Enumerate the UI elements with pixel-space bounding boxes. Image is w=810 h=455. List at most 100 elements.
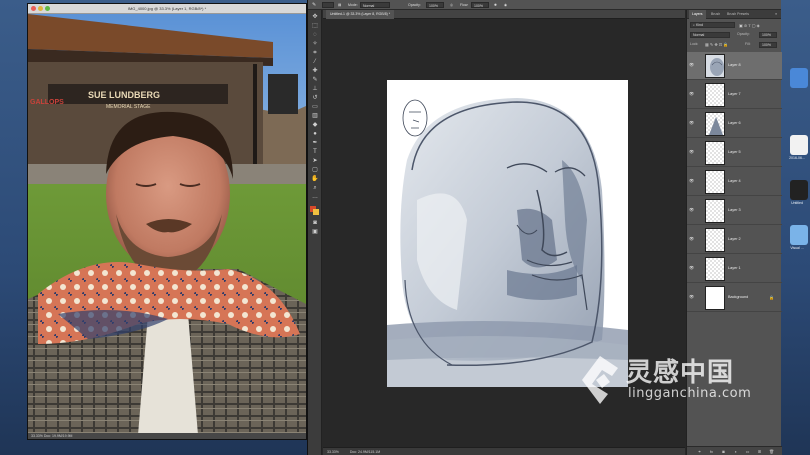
lasso-tool-icon[interactable]: ◌ — [311, 32, 319, 38]
reference-photo-window[interactable]: IMG_4000.jpg @ 33.3% (Layer 1, RGB/8*) * — [27, 3, 307, 440]
type-tool-icon[interactable]: T — [311, 149, 319, 155]
layer-row[interactable]: 👁 Layer 4 — [687, 168, 782, 196]
opacity-field[interactable]: 100% — [426, 2, 444, 8]
visibility-eye-icon[interactable]: 👁 — [689, 92, 694, 96]
fill-field[interactable]: 100% — [759, 42, 777, 48]
adjustment-layer-icon[interactable]: ◑ — [733, 449, 738, 454]
layer-thumbnail[interactable] — [705, 170, 725, 194]
eyedropper-tool-icon[interactable]: ⁄ — [311, 59, 319, 65]
flow-field[interactable]: 100% — [471, 2, 489, 8]
layer-name[interactable]: Layer 1 — [728, 266, 741, 271]
marquee-tool-icon[interactable]: ⬚ — [311, 23, 319, 29]
brush-panel-icon[interactable]: ▤ — [338, 2, 341, 8]
visibility-eye-icon[interactable]: 👁 — [689, 295, 694, 299]
visibility-eye-icon[interactable]: 👁 — [689, 208, 694, 212]
pen-tool-icon[interactable]: ✒ — [311, 140, 319, 146]
photo-window-titlebar[interactable]: IMG_4000.jpg @ 33.3% (Layer 1, RGB/8*) * — [28, 4, 306, 14]
panel-menu-icon[interactable]: ≡ — [775, 10, 777, 19]
layer-name[interactable]: Layer 5 — [728, 150, 741, 155]
brush-preset-picker[interactable] — [322, 2, 334, 8]
zoom-level[interactable]: 33.33% — [327, 450, 339, 454]
layer-row[interactable]: 👁 Layer 5 — [687, 139, 782, 167]
layer-opacity-field[interactable]: 100% — [759, 32, 777, 38]
close-icon[interactable] — [31, 6, 36, 11]
tab-brush-presets[interactable]: Brush Presets — [727, 10, 749, 19]
layer-thumbnail[interactable] — [705, 257, 725, 281]
healing-tool-icon[interactable]: ✚ — [311, 68, 319, 74]
desktop-file-icon[interactable] — [790, 180, 808, 200]
new-layer-icon[interactable]: ⊞ — [757, 449, 762, 454]
visibility-eye-icon[interactable]: 👁 — [689, 266, 694, 270]
move-tool-icon[interactable]: ✥ — [311, 14, 319, 20]
gradient-tool-icon[interactable]: ▥ — [311, 113, 319, 119]
document-tab[interactable]: Untitled-1 @ 33.3% (Layer 8, RGB/8) * — [326, 10, 395, 19]
visibility-eye-icon[interactable]: 👁 — [689, 179, 694, 183]
layer-name[interactable]: Background — [728, 295, 748, 300]
blur-tool-icon[interactable]: ◆ — [311, 122, 319, 128]
layer-name[interactable]: Layer 6 — [728, 121, 741, 126]
layer-row[interactable]: 👁 Background 🔒 — [687, 284, 782, 312]
airbrush-icon[interactable]: ✺ — [494, 2, 497, 8]
layer-row[interactable]: 👁 Layer 6 — [687, 110, 782, 138]
path-select-tool-icon[interactable]: ➤ — [311, 158, 319, 164]
delete-layer-icon[interactable]: 🗑 — [769, 449, 774, 454]
layer-lock-icon[interactable]: 🔒 — [769, 295, 774, 300]
lock-icons[interactable]: ▦ ✎ ✥ ⊡ 🔒 — [705, 40, 728, 49]
blend-mode-select[interactable]: Normal — [690, 32, 730, 38]
visibility-eye-icon[interactable]: 👁 — [689, 121, 694, 125]
more-tools-icon[interactable]: … — [311, 194, 319, 200]
filter-type-icons[interactable]: ▣ ⊘ T ▢ ◈ — [739, 21, 760, 30]
tab-brush[interactable]: Brush — [711, 10, 720, 19]
layer-row[interactable]: 👁 Layer 7 — [687, 81, 782, 109]
layer-thumbnail[interactable] — [705, 199, 725, 223]
new-group-icon[interactable]: ▭ — [745, 449, 750, 454]
screen-mode-icon[interactable]: ▣ — [311, 229, 319, 235]
layer-name[interactable]: Layer 2 — [728, 237, 741, 242]
desktop-folder-icon[interactable] — [790, 68, 808, 88]
history-brush-tool-icon[interactable]: ↺ — [311, 95, 319, 101]
layer-filter-kind[interactable]: ⌕ Kind — [690, 22, 735, 28]
maximize-icon[interactable] — [45, 6, 50, 11]
minimize-icon[interactable] — [38, 6, 43, 11]
layer-thumbnail[interactable] — [705, 112, 725, 136]
layer-mask-icon[interactable]: ◙ — [721, 449, 726, 454]
tab-layers[interactable]: Layers — [689, 10, 706, 19]
hand-tool-icon[interactable]: ✋ — [311, 176, 319, 182]
desktop-label-b: Untitled — [791, 201, 803, 205]
layer-thumbnail[interactable] — [705, 286, 725, 310]
sketch-canvas[interactable] — [387, 80, 628, 387]
layer-row[interactable]: 👁 Layer 1 — [687, 255, 782, 283]
dodge-tool-icon[interactable]: ● — [311, 131, 319, 137]
zoom-tool-icon[interactable]: ⌕ — [311, 185, 319, 191]
mode-select[interactable]: Normal — [360, 2, 390, 8]
background-color-swatch[interactable] — [313, 209, 319, 215]
layer-row[interactable]: 👁 Layer 2 — [687, 226, 782, 254]
shape-tool-icon[interactable]: ▢ — [311, 167, 319, 173]
pressure-size-icon[interactable]: ◉ — [504, 2, 507, 8]
crop-tool-icon[interactable]: ⌗ — [311, 50, 319, 56]
layer-thumbnail[interactable] — [705, 228, 725, 252]
layer-name[interactable]: Layer 3 — [728, 208, 741, 213]
brush-tool-icon[interactable]: ✎ — [312, 2, 316, 8]
layer-row[interactable]: 👁 Layer 8 — [687, 52, 782, 80]
layer-name[interactable]: Layer 4 — [728, 179, 741, 184]
visibility-eye-icon[interactable]: 👁 — [689, 150, 694, 154]
layer-name[interactable]: Layer 7 — [728, 92, 741, 97]
eraser-tool-icon[interactable]: ▭ — [311, 104, 319, 110]
layer-thumbnail[interactable] — [705, 83, 725, 107]
clone-stamp-tool-icon[interactable]: ⊥ — [311, 86, 319, 92]
visibility-eye-icon[interactable]: 👁 — [689, 237, 694, 241]
link-layers-icon[interactable]: ⚭ — [697, 449, 702, 454]
quick-mask-icon[interactable]: ◙ — [311, 220, 319, 226]
layer-thumbnail[interactable] — [705, 141, 725, 165]
layer-row[interactable]: 👁 Layer 3 — [687, 197, 782, 225]
layer-style-icon[interactable]: fx — [709, 449, 714, 454]
layer-name[interactable]: Layer 8 — [728, 63, 741, 68]
visibility-eye-icon[interactable]: 👁 — [689, 63, 694, 67]
desktop-file-icon[interactable] — [790, 135, 808, 155]
pressure-opacity-icon[interactable]: ◎ — [450, 2, 453, 8]
quick-select-tool-icon[interactable]: ✧ — [311, 41, 319, 47]
layer-thumbnail[interactable] — [705, 54, 725, 78]
desktop-app-icon[interactable] — [790, 225, 808, 245]
brush-tool-icon[interactable]: ✎ — [311, 77, 319, 83]
